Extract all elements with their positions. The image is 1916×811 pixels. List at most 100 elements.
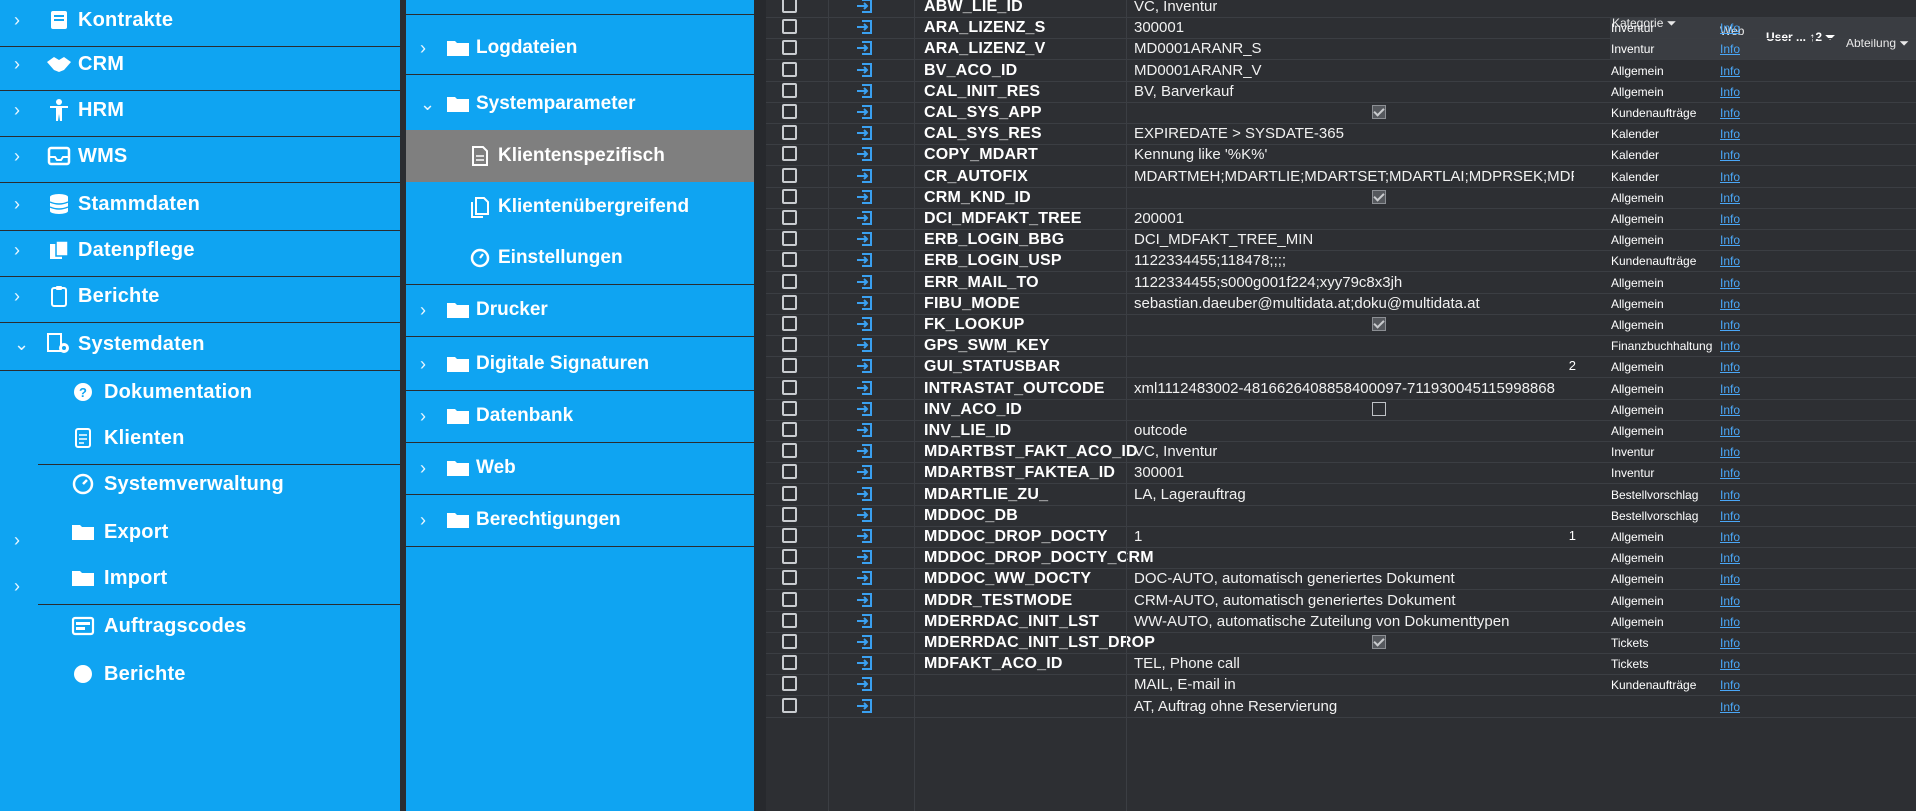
open-record-icon[interactable] [856, 463, 874, 481]
row-checkbox[interactable] [782, 231, 797, 247]
row-checkbox[interactable] [782, 358, 797, 374]
table-row[interactable]: GPS_SWM_KEY Finanzbuchhaltung Info [766, 335, 1916, 358]
table-row[interactable]: MDERRDAC_INIT_LST WW-AUTO, automatische Z… [766, 611, 1916, 633]
table-row[interactable]: CRM_KND_ID Allgemein Info [766, 187, 1916, 209]
parameter-value[interactable]: DCI_MDFAKT_TREE_MIN [1134, 231, 1313, 248]
value-checkbox[interactable] [1372, 105, 1386, 119]
row-checkbox[interactable] [782, 464, 797, 480]
parameter-value[interactable]: LA, Lagerauftrag [1134, 486, 1246, 503]
table-row[interactable]: CAL_INIT_RES BV, Barverkauf Allgemein Info [766, 81, 1916, 103]
table-row[interactable]: MDDOC_DROP_DOCTY_CRM Allgemein Info [766, 547, 1916, 570]
table-row[interactable]: MDDOC_DROP_DOCTY 1 1 Allgemein Info [766, 526, 1916, 548]
row-checkbox[interactable] [782, 337, 797, 353]
table-row[interactable]: INV_ACO_ID Allgemein Info [766, 399, 1916, 421]
table-row[interactable]: FIBU_MODE sebastian.daeuber@multidata.at;… [766, 293, 1916, 315]
row-checkbox[interactable] [782, 82, 797, 98]
chevron-right-icon[interactable]: › [420, 38, 426, 59]
row-checkbox[interactable] [782, 634, 797, 649]
chevron-right-icon[interactable]: › [14, 530, 20, 551]
table-row[interactable]: COPY_MDART Kennung like '%K%' Kalender Info [766, 144, 1916, 167]
chevron-right-icon[interactable]: › [420, 406, 426, 427]
tree-item-systemparameter[interactable]: ⌄ Systemparameter [406, 78, 754, 130]
open-record-icon[interactable] [856, 294, 874, 312]
open-record-icon[interactable] [856, 485, 874, 503]
info-link[interactable]: Info [1720, 360, 1740, 374]
chevron-right-icon[interactable]: › [14, 576, 20, 597]
parameter-value[interactable]: CRM-AUTO, automatisch generiertes Dokume… [1134, 592, 1456, 609]
open-record-icon[interactable] [856, 103, 874, 121]
row-checkbox[interactable] [782, 167, 797, 183]
chevron-right-icon[interactable]: › [14, 286, 20, 307]
table-row[interactable]: ARA_LIZENZ_S 300001 Inventur Info [766, 17, 1916, 40]
parameter-value[interactable]: EXPIREDATE > SYSDATE-365 [1134, 125, 1344, 142]
row-checkbox[interactable] [782, 146, 797, 162]
row-checkbox[interactable] [782, 252, 797, 268]
info-link[interactable]: Info [1720, 127, 1740, 141]
value-checkbox[interactable] [1372, 635, 1386, 649]
parameter-value[interactable]: 300001 [1134, 19, 1184, 36]
row-checkbox[interactable] [782, 210, 797, 225]
chevron-right-icon[interactable]: › [14, 54, 20, 75]
info-link[interactable]: Info [1720, 64, 1740, 78]
tree-item-klientenspezifisch[interactable]: Klientenspezifisch [406, 130, 754, 182]
parameter-value[interactable]: TEL, Phone call [1134, 655, 1240, 672]
table-row[interactable]: ERB_LOGIN_BBG DCI_MDFAKT_TREE_MIN Allgemei… [766, 229, 1916, 252]
value-checkbox[interactable] [1372, 317, 1386, 331]
chevron-right-icon[interactable]: › [14, 146, 20, 167]
chevron-right-icon[interactable]: › [420, 300, 426, 321]
table-row[interactable]: MDDOC_WW_DOCTY DOC-AUTO, automatisch gene… [766, 568, 1916, 591]
parameter-value[interactable]: VC, Inventur [1134, 0, 1217, 15]
info-link[interactable]: Info [1720, 254, 1740, 268]
row-checkbox[interactable] [782, 485, 797, 501]
open-record-icon[interactable] [856, 251, 874, 269]
info-link[interactable]: Info [1720, 106, 1740, 120]
row-checkbox[interactable] [782, 612, 797, 628]
row-checkbox[interactable] [782, 379, 797, 395]
open-record-icon[interactable] [856, 315, 874, 333]
open-record-icon[interactable] [856, 675, 874, 693]
table-row[interactable]: MDARTBST_FAKTEA_ID 300001 Inventur Info [766, 462, 1916, 485]
parameter-value[interactable]: MD0001ARANR_V [1134, 62, 1262, 79]
table-row[interactable]: MAIL, E-mail in Kundenaufträge Info [766, 674, 1916, 697]
table-row[interactable]: ABW_LIE_ID VC, Inventur [766, 0, 1916, 18]
chevron-down-icon[interactable]: ⌄ [420, 94, 435, 115]
chevron-right-icon[interactable]: › [14, 240, 20, 261]
parameter-value[interactable]: BV, Barverkauf [1134, 83, 1234, 100]
info-link[interactable]: Info [1720, 424, 1740, 438]
table-row[interactable]: GUI_STATUSBAR 2 Allgemein Info [766, 356, 1916, 379]
info-link[interactable]: Info [1720, 657, 1740, 671]
info-link[interactable]: Info [1720, 636, 1740, 650]
row-checkbox[interactable] [782, 697, 797, 713]
open-record-icon[interactable] [856, 336, 874, 354]
info-link[interactable]: Info [1720, 572, 1740, 586]
tree-item-datenbank[interactable]: › Datenbank [406, 390, 754, 442]
parameter-value[interactable]: 1122334455;s000g001f224;xyy79c8x3jh [1134, 274, 1402, 291]
table-row[interactable]: MDDOC_DB Bestellvorschlag Info [766, 505, 1916, 527]
info-link[interactable]: Info [1720, 85, 1740, 99]
parameter-value[interactable]: MAIL, E-mail in [1134, 676, 1236, 693]
info-link[interactable]: Info [1720, 382, 1740, 396]
open-record-icon[interactable] [856, 612, 874, 630]
open-record-icon[interactable] [856, 400, 874, 418]
row-checkbox[interactable] [782, 549, 797, 565]
chevron-right-icon[interactable]: › [420, 510, 426, 531]
open-record-icon[interactable] [856, 697, 874, 715]
tree-item-drucker[interactable]: › Drucker [406, 284, 754, 336]
row-checkbox[interactable] [782, 506, 797, 522]
chevron-right-icon[interactable]: › [14, 100, 20, 121]
open-record-icon[interactable] [856, 357, 874, 375]
info-link[interactable]: Info [1720, 21, 1740, 35]
table-row[interactable]: INTRASTAT_OUTCODE xml1112483002-481662640… [766, 378, 1916, 400]
info-link[interactable]: Info [1720, 339, 1740, 353]
tree-item-einstellungen[interactable]: Einstellungen [406, 232, 754, 284]
parameter-value[interactable]: WW-AUTO, automatische Zuteilung von Doku… [1134, 613, 1509, 630]
open-record-icon[interactable] [856, 548, 874, 566]
row-checkbox[interactable] [782, 316, 797, 331]
chevron-down-icon[interactable]: ⌄ [14, 334, 29, 355]
row-checkbox[interactable] [782, 400, 797, 416]
table-row[interactable]: ARA_LIZENZ_V MD0001ARANR_S Inventur Info [766, 38, 1916, 61]
table-row[interactable]: CR_AUTOFIX MDARTMEH;MDARTLIE;MDARTSET;MDA… [766, 166, 1916, 188]
open-record-icon[interactable] [856, 39, 874, 57]
info-link[interactable]: Info [1720, 530, 1740, 544]
row-checkbox[interactable] [782, 591, 797, 607]
